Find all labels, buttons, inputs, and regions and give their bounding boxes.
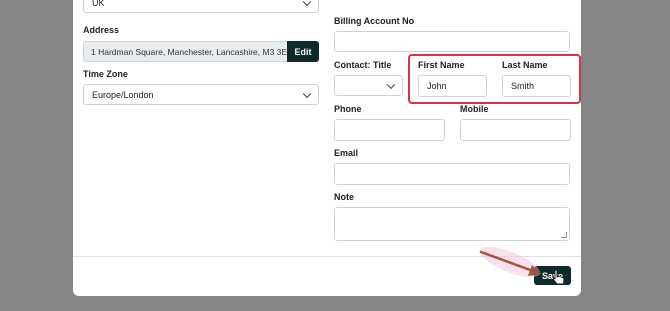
- last-name-input[interactable]: Smith: [502, 75, 571, 97]
- timezone-value: Europe/London: [92, 89, 154, 100]
- mobile-label: Mobile: [460, 104, 489, 114]
- country-select[interactable]: UK: [83, 0, 319, 13]
- resize-handle-icon[interactable]: [561, 232, 567, 238]
- timezone-select[interactable]: Europe/London: [83, 84, 319, 105]
- address-value: 1 Hardman Square, Manchester, Lancashire…: [91, 46, 288, 57]
- address-label: Address: [83, 25, 120, 35]
- note-label: Note: [334, 192, 354, 202]
- first-name-input[interactable]: John: [418, 75, 487, 97]
- mobile-input[interactable]: [460, 119, 571, 141]
- billing-account-input[interactable]: [334, 31, 570, 52]
- last-name-label: Last Name: [502, 60, 548, 70]
- billing-account-label: Billing Account No: [334, 16, 415, 26]
- email-label: Email: [334, 148, 359, 158]
- contact-title-label: Contact: Title: [334, 60, 392, 70]
- edit-address-button[interactable]: Edit: [287, 41, 319, 62]
- first-name-value: John: [427, 81, 447, 91]
- footer-divider: [73, 256, 581, 257]
- note-textarea[interactable]: [334, 207, 570, 241]
- address-field: 1 Hardman Square, Manchester, Lancashire…: [83, 41, 288, 62]
- save-button[interactable]: Save: [534, 266, 571, 285]
- timezone-label: Time Zone: [83, 69, 128, 79]
- first-name-label: First Name: [418, 60, 465, 70]
- last-name-value: Smith: [511, 81, 535, 91]
- contact-title-select[interactable]: [334, 75, 403, 96]
- country-value: UK: [92, 0, 105, 8]
- chevron-down-icon: [302, 89, 312, 98]
- phone-input[interactable]: [334, 119, 445, 141]
- edit-account-modal: UK Address 1 Hardman Square, Manchester,…: [73, 0, 581, 296]
- email-input[interactable]: [334, 163, 570, 185]
- phone-label: Phone: [334, 104, 362, 114]
- chevron-down-icon: [386, 80, 396, 89]
- chevron-down-icon: [302, 0, 312, 6]
